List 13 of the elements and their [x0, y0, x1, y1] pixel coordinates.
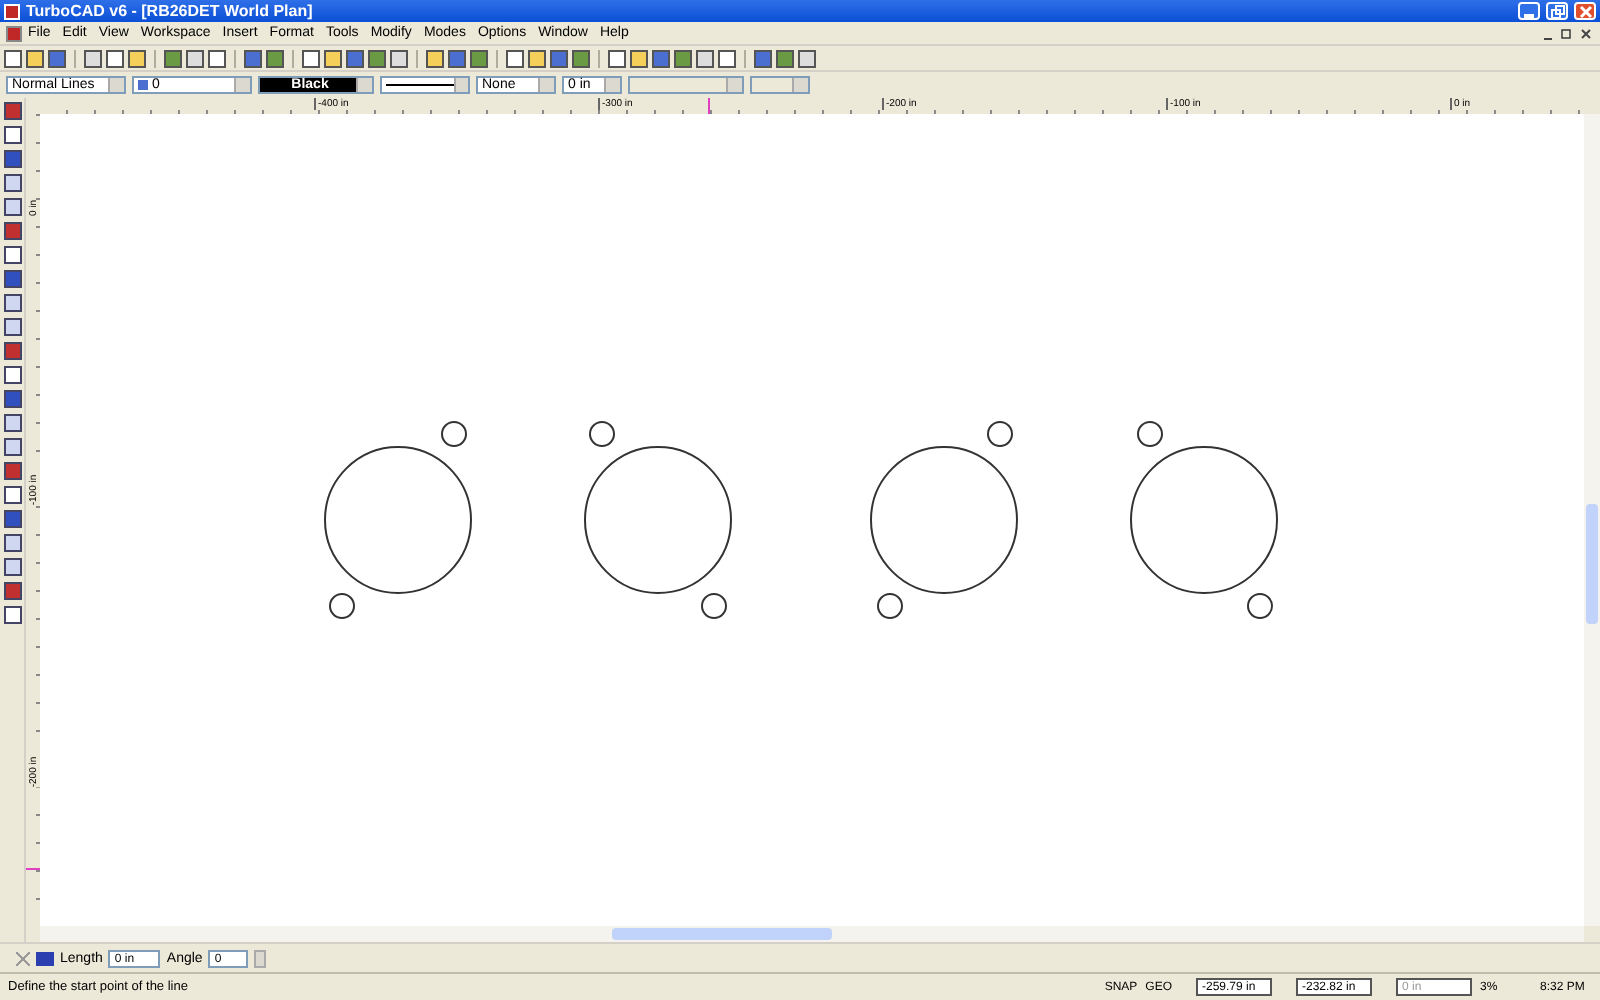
restore-icon — [1549, 3, 1565, 19]
document-window-controls-icon[interactable] — [1542, 25, 1594, 41]
restore-button[interactable] — [1546, 2, 1568, 20]
line-style-dropdown[interactable] — [380, 76, 470, 94]
window-title: TurboCAD v6 - [RB26DET World Plan] — [26, 2, 313, 20]
app-logo-icon — [4, 3, 20, 19]
minimize-button[interactable] — [1518, 2, 1540, 20]
horizontal-scrollbar[interactable] — [40, 926, 1584, 942]
document-icon[interactable] — [6, 25, 22, 41]
close-icon — [1577, 3, 1593, 19]
vertical-scrollbar[interactable] — [1584, 114, 1600, 926]
minimize-icon — [1523, 13, 1533, 17]
close-button[interactable] — [1574, 2, 1596, 20]
